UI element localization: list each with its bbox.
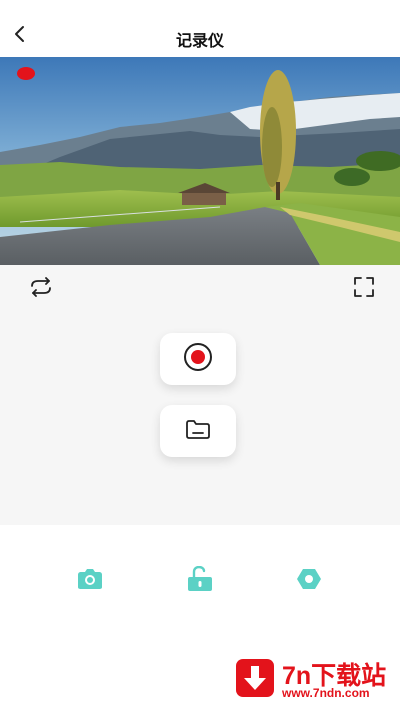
- hexagon-icon: [296, 567, 322, 596]
- record-icon: [182, 341, 214, 378]
- nav-camera[interactable]: [75, 568, 105, 594]
- fullscreen-icon: [353, 276, 375, 303]
- rotate-switch-icon: [28, 276, 54, 302]
- camera-feed[interactable]: [0, 57, 400, 265]
- bottom-nav: [0, 525, 400, 635]
- record-button[interactable]: [160, 333, 236, 385]
- page-title: 记录仪: [175, 33, 224, 50]
- download-arrow-icon: [236, 659, 274, 697]
- top-bar: 记录仪: [0, 0, 400, 57]
- camera-icon: [76, 568, 104, 595]
- feed-image: [0, 57, 400, 265]
- switch-camera-button[interactable]: [27, 275, 55, 303]
- recordings-folder-button[interactable]: [160, 405, 236, 457]
- nav-settings[interactable]: [294, 568, 324, 594]
- controls-panel: [0, 265, 400, 525]
- watermark: 7n下载站 www.7ndn.com: [236, 655, 396, 705]
- fullscreen-button[interactable]: [350, 275, 378, 303]
- recording-indicator: [17, 67, 35, 80]
- nav-unlock[interactable]: [185, 565, 215, 597]
- folder-icon: [184, 417, 212, 446]
- watermark-url: www.7ndn.com: [282, 686, 370, 700]
- unlock-icon: [186, 565, 214, 597]
